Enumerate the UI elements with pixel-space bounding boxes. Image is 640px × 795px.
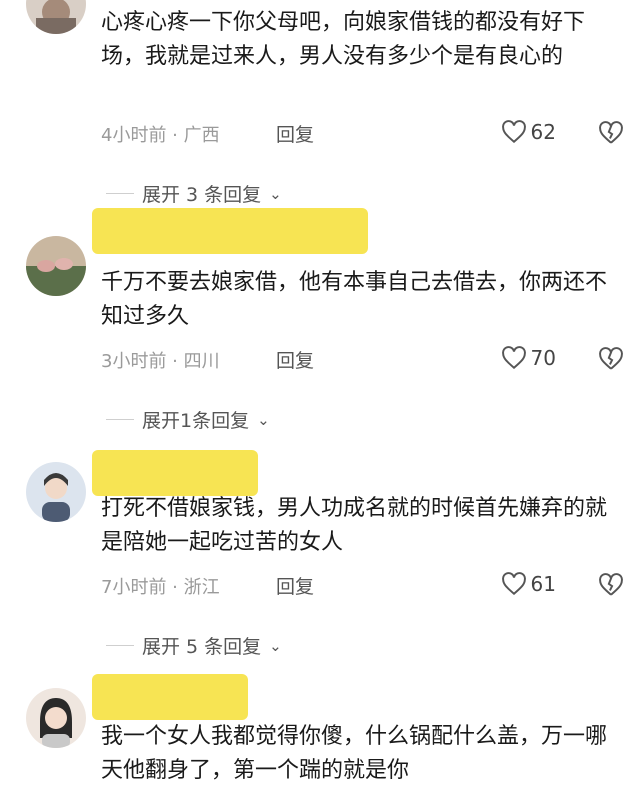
comment-text: 我一个女人我都觉得你傻，什么锅配什么盖，万一哪天他翻身了，第一个踹的就是你 (101, 724, 608, 783)
reply-button[interactable]: 回复 (276, 120, 314, 147)
like-count: 70 (530, 346, 556, 370)
redacted-username (92, 450, 258, 496)
chevron-down-icon: ⌄ (257, 410, 270, 429)
avatar[interactable] (26, 236, 86, 296)
like-button[interactable]: 62 (501, 120, 556, 144)
heart-icon (501, 120, 526, 144)
comment-meta: 4小时前 · 广西 (101, 125, 220, 146)
expand-label: 展开 5 条回复 (142, 636, 262, 658)
reply-button[interactable]: 回复 (276, 346, 314, 373)
comment-text: 心疼心疼一下你父母吧，向娘家借钱的都没有好下场，我就是过来人，男人没有多少个是有… (101, 10, 586, 69)
comment-text: 千万不要去娘家借，他有本事自己去借去，你两还不知过多久 (101, 270, 608, 329)
expand-label: 展开1条回复 (142, 410, 250, 432)
heart-icon (501, 572, 526, 596)
chevron-down-icon: ⌄ (269, 636, 282, 655)
avatar[interactable] (26, 462, 86, 522)
heart-icon (501, 346, 526, 370)
expand-label: 展开 3 条回复 (142, 184, 262, 206)
broken-heart-icon[interactable] (598, 347, 624, 371)
comment-text: 打死不借娘家钱，男人功成名就的时候首先嫌弃的就是陪她一起吃过苦的女人 (101, 496, 608, 555)
redacted-username (92, 674, 248, 720)
broken-heart-icon[interactable] (598, 121, 624, 145)
redacted-username (92, 208, 368, 254)
chevron-down-icon: ⌄ (269, 184, 282, 203)
like-button[interactable]: 70 (501, 346, 556, 370)
divider (106, 193, 134, 194)
like-count: 61 (530, 572, 556, 596)
comment-meta: 3小时前 · 四川 (101, 351, 220, 372)
like-button[interactable]: 61 (501, 572, 556, 596)
divider (106, 419, 134, 420)
expand-replies-button[interactable]: 展开 3 条回复 ⌄ (106, 180, 282, 207)
divider (106, 645, 134, 646)
like-count: 62 (530, 120, 556, 144)
reply-button[interactable]: 回复 (276, 572, 314, 599)
avatar[interactable] (26, 688, 86, 748)
expand-replies-button[interactable]: 展开1条回复 ⌄ (106, 406, 270, 433)
avatar[interactable] (26, 0, 86, 34)
expand-replies-button[interactable]: 展开 5 条回复 ⌄ (106, 632, 282, 659)
comment-meta: 7小时前 · 浙江 (101, 577, 220, 598)
broken-heart-icon[interactable] (598, 573, 624, 597)
